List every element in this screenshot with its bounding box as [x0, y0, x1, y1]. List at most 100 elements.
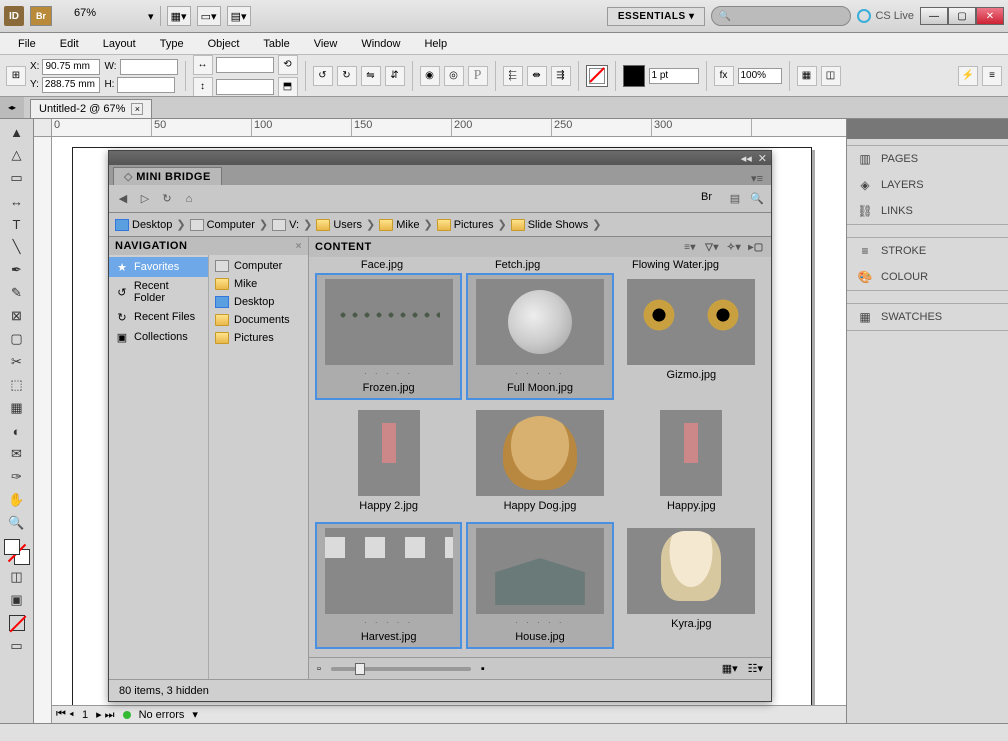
screen-mode-button[interactable]: ▭▾	[197, 6, 221, 26]
nav-item-mike[interactable]: Mike	[209, 275, 308, 293]
stroke-weight-input[interactable]	[649, 68, 699, 84]
x-input[interactable]	[42, 59, 100, 75]
breadcrumb-item[interactable]: Slide Shows	[511, 219, 589, 231]
corner-options-icon[interactable]: ◫	[821, 66, 841, 86]
thumbnail[interactable]: Happy 2.jpg	[315, 404, 462, 518]
window-maximize-button[interactable]: ▢	[948, 7, 976, 25]
zoom-dropdown-icon[interactable]: ▾	[148, 10, 154, 23]
thumbnail[interactable]: Gizmo.jpg	[618, 273, 765, 400]
breadcrumb-separator-icon[interactable]: ❯	[424, 218, 433, 231]
breadcrumb-separator-icon[interactable]: ❯	[176, 218, 185, 231]
flip-h-icon[interactable]: ⇋	[361, 66, 381, 86]
apply-color-icon[interactable]: ▣	[4, 589, 30, 611]
scale-x-icon[interactable]: ↔	[193, 55, 213, 75]
nav-item-recent-folder[interactable]: ↺Recent Folder	[109, 277, 208, 307]
thumbnail[interactable]: · · · · ·House.jpg	[466, 522, 613, 649]
rotate-icon[interactable]: ⟲	[278, 55, 298, 75]
panel-colour[interactable]: 🎨COLOUR	[847, 264, 1008, 290]
thumbnail[interactable]: Happy Dog.jpg	[466, 404, 613, 518]
page-number[interactable]: 1	[82, 709, 88, 721]
paragraph-icon[interactable]: P	[468, 66, 488, 86]
rotate-cw-icon[interactable]: ↻	[337, 66, 357, 86]
menu-layout[interactable]: Layout	[91, 35, 148, 53]
panel-close-icon[interactable]: ✕	[758, 152, 767, 165]
rating-dots[interactable]: · · · · ·	[364, 365, 413, 378]
view-as-list-icon[interactable]: ☷▾	[748, 662, 763, 675]
eyedropper-tool[interactable]: ✑	[4, 466, 30, 488]
selection-tool[interactable]: ▲	[4, 121, 30, 143]
tools-icon[interactable]: ✧▾	[725, 240, 743, 254]
close-tab-icon[interactable]: ×	[131, 103, 143, 115]
quick-apply-icon[interactable]: ⚡	[958, 66, 978, 86]
arrange-docs-button[interactable]: ▤▾	[227, 6, 251, 26]
pen-tool[interactable]: ✒	[4, 259, 30, 281]
panel-dock-grip[interactable]	[847, 119, 1008, 139]
workspace-switcher[interactable]: ESSENTIALS ▾	[607, 7, 706, 26]
breadcrumb-separator-icon[interactable]: ❯	[366, 218, 375, 231]
apply-none-icon[interactable]	[4, 612, 30, 634]
thumbnail-size-slider[interactable]	[331, 667, 471, 671]
mini-bridge-titlebar[interactable]: ◂◂ ✕	[109, 151, 771, 165]
thumb-smaller-icon[interactable]: ▫	[317, 663, 321, 675]
zoom-level[interactable]: 67%	[74, 7, 142, 25]
status-menu-icon[interactable]: ▾	[192, 708, 198, 721]
view-options-button[interactable]: ▦▾	[167, 6, 191, 26]
menu-object[interactable]: Object	[196, 35, 252, 53]
page-tool[interactable]: ▭	[4, 167, 30, 189]
tab-scroll-arrows[interactable]: ◂▸	[0, 97, 24, 118]
nav-item-favorites[interactable]: ★Favorites	[109, 257, 208, 277]
nav-item-documents[interactable]: Documents	[209, 311, 308, 329]
menu-file[interactable]: File	[6, 35, 48, 53]
nav-item-computer[interactable]: Computer	[209, 257, 308, 275]
align-center-icon[interactable]: ⇼	[527, 66, 547, 86]
menu-help[interactable]: Help	[412, 35, 459, 53]
rating-dots[interactable]: · · · · ·	[515, 614, 564, 627]
select-content-icon[interactable]: ◎	[444, 66, 464, 86]
search-icon[interactable]: 🔍	[749, 191, 765, 207]
breadcrumb-item[interactable]: Users	[316, 219, 362, 231]
rectangle-tool[interactable]: ▢	[4, 328, 30, 350]
nav-recent-icon[interactable]: ↻	[159, 191, 175, 207]
type-tool[interactable]: T	[4, 213, 30, 235]
panel-layers[interactable]: ◈LAYERS	[847, 172, 1008, 198]
effects-icon[interactable]: fx	[714, 66, 734, 86]
direct-selection-tool[interactable]: △	[4, 144, 30, 166]
free-transform-tool[interactable]: ⬚	[4, 374, 30, 396]
w-input[interactable]	[120, 59, 178, 75]
menu-type[interactable]: Type	[148, 35, 196, 53]
pencil-tool[interactable]: ✎	[4, 282, 30, 304]
control-menu-icon[interactable]: ≡	[982, 66, 1002, 86]
line-tool[interactable]: ╲	[4, 236, 30, 258]
default-fill-stroke-icon[interactable]: ◫	[4, 566, 30, 588]
thumbnail[interactable]: Kyra.jpg	[618, 522, 765, 649]
panel-view-icon[interactable]: ▤	[727, 191, 743, 207]
app-scrollbar[interactable]	[0, 723, 1008, 741]
note-tool[interactable]: ✉	[4, 443, 30, 465]
hand-tool[interactable]: ✋	[4, 489, 30, 511]
view-mode-icon[interactable]: ▭	[4, 635, 30, 657]
nav-item-pictures[interactable]: Pictures	[209, 329, 308, 347]
thumbnail[interactable]: Happy.jpg	[618, 404, 765, 518]
scissors-tool[interactable]: ✂	[4, 351, 30, 373]
breadcrumb-item[interactable]: Desktop	[115, 219, 172, 231]
text-wrap-icon[interactable]: ▦	[797, 66, 817, 86]
collapse-icon[interactable]: ◂◂	[741, 152, 752, 165]
rectangle-frame-tool[interactable]: ⊠	[4, 305, 30, 327]
breadcrumb-item[interactable]: V:	[272, 219, 299, 231]
panel-swatches[interactable]: ▦SWATCHES	[847, 304, 1008, 330]
panel-pages[interactable]: ▥PAGES	[847, 146, 1008, 172]
thumbnail[interactable]: · · · · ·Frozen.jpg	[315, 273, 462, 400]
scale-x-input[interactable]	[216, 57, 274, 73]
page-nav-prev-icon[interactable]: ⏮ ◂	[56, 708, 74, 721]
bridge-button[interactable]: Br	[30, 6, 52, 26]
menu-table[interactable]: Table	[251, 35, 301, 53]
rotate-ccw-icon[interactable]: ↺	[313, 66, 333, 86]
document-tab[interactable]: Untitled-2 @ 67% ×	[30, 99, 152, 118]
scale-y-icon[interactable]: ↕	[193, 77, 213, 97]
panel-menu-icon[interactable]: ▾≡	[743, 172, 771, 185]
view-icon[interactable]: ▸▢	[747, 240, 765, 254]
preflight-status[interactable]: No errors	[139, 709, 185, 721]
thumb-larger-icon[interactable]: ▪	[481, 663, 485, 675]
flip-v-icon[interactable]: ⇵	[385, 66, 405, 86]
align-left-icon[interactable]: ⬱	[503, 66, 523, 86]
